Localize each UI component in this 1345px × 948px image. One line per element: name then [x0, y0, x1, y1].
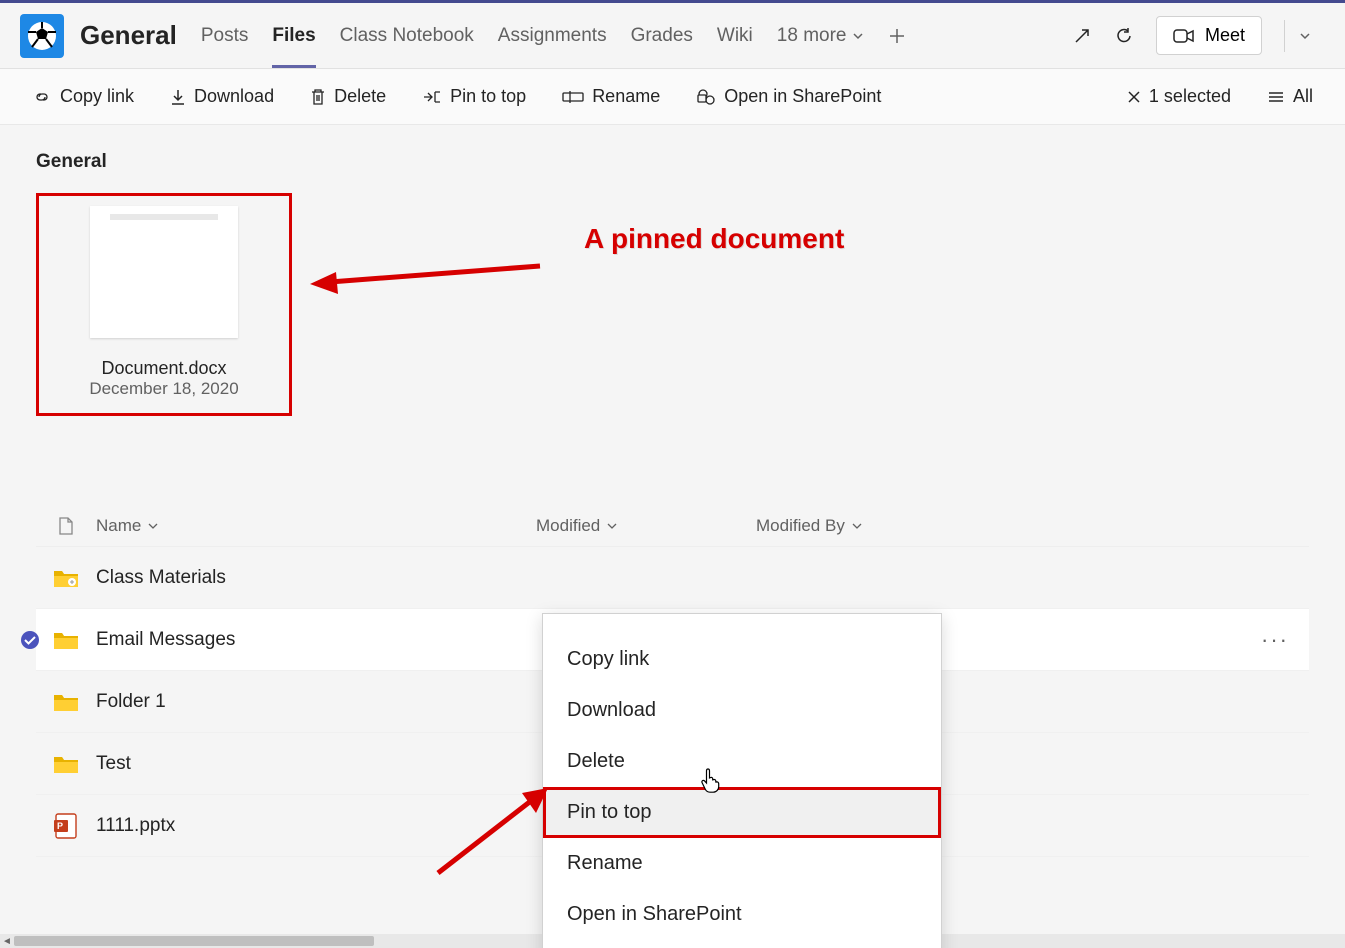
app-root: General Posts Files Class Notebook Assig…: [0, 0, 1345, 948]
close-icon: [1127, 90, 1141, 104]
column-modified-label: Modified: [536, 516, 600, 536]
rename-icon: [562, 90, 584, 104]
team-avatar[interactable]: [20, 14, 64, 58]
scroll-left-arrow-icon[interactable]: ◄: [0, 934, 14, 948]
folder-link-icon: [52, 567, 80, 589]
download-icon: [170, 88, 186, 106]
file-name: Folder 1: [96, 691, 166, 713]
channel-tabs: Posts Files Class Notebook Assignments G…: [201, 7, 1072, 65]
chevron-down-icon: [147, 520, 159, 532]
tab-posts[interactable]: Posts: [201, 7, 249, 65]
tab-more[interactable]: 18 more: [777, 7, 865, 65]
tab-class-notebook[interactable]: Class Notebook: [340, 7, 474, 65]
ctx-pin-to-top[interactable]: Pin to top: [543, 787, 941, 838]
row-checkmark[interactable]: [20, 630, 40, 650]
file-name: 1111.pptx: [96, 815, 175, 837]
folder-icon: [52, 629, 80, 651]
toolbar-delete-label: Delete: [334, 86, 386, 107]
refresh-button[interactable]: [1114, 26, 1134, 46]
column-modified-by[interactable]: Modified By: [756, 516, 976, 536]
column-type-icon: [36, 516, 96, 536]
svg-text:P: P: [57, 821, 63, 831]
meet-button[interactable]: Meet: [1156, 16, 1262, 55]
tab-wiki[interactable]: Wiki: [717, 7, 753, 65]
column-name[interactable]: Name: [96, 516, 536, 536]
meet-dropdown[interactable]: [1284, 20, 1325, 52]
sharepoint-icon: [696, 88, 716, 106]
toolbar-copy-link[interactable]: Copy link: [32, 86, 134, 107]
plus-icon: [888, 27, 906, 45]
chevron-down-icon: [852, 30, 864, 42]
tab-assignments[interactable]: Assignments: [498, 7, 607, 65]
toolbar-selected-count: 1 selected: [1149, 86, 1231, 107]
ctx-open-sharepoint[interactable]: Open in SharePoint: [543, 889, 941, 940]
channel-title: General: [80, 20, 177, 51]
meet-label: Meet: [1205, 25, 1245, 46]
file-list-header: Name Modified Modified By: [36, 506, 1309, 547]
toolbar-open-sharepoint[interactable]: Open in SharePoint: [696, 86, 881, 107]
tab-grades[interactable]: Grades: [631, 7, 693, 65]
toolbar-download-label: Download: [194, 86, 274, 107]
toolbar-rename-label: Rename: [592, 86, 660, 107]
header-actions: Meet: [1072, 16, 1325, 55]
toolbar-delete[interactable]: Delete: [310, 86, 386, 107]
toolbar-view-all[interactable]: All: [1267, 86, 1313, 107]
soccer-ball-icon: [26, 20, 58, 52]
check-circle-icon: [20, 630, 40, 650]
toolbar-copy-link-label: Copy link: [60, 86, 134, 107]
pin-icon: [422, 89, 442, 105]
chevron-down-icon: [1299, 30, 1311, 42]
toolbar-rename[interactable]: Rename: [562, 86, 660, 107]
document-thumbnail: [90, 206, 238, 338]
pinned-document-card[interactable]: Document.docx December 18, 2020: [36, 193, 292, 416]
tab-files[interactable]: Files: [272, 7, 315, 65]
folder-icon: [52, 753, 80, 775]
context-menu: Copy link Download Delete Pin to top Ren…: [542, 613, 942, 948]
annotation-pinned-label: A pinned document: [584, 223, 844, 255]
pinned-doc-date: December 18, 2020: [47, 379, 281, 399]
trash-icon: [310, 88, 326, 106]
breadcrumb[interactable]: General: [36, 151, 1309, 173]
pop-out-button[interactable]: [1072, 26, 1092, 46]
row-more-button[interactable]: ···: [1261, 627, 1289, 653]
toolbar-pin-label: Pin to top: [450, 86, 526, 107]
file-name: Test: [96, 753, 131, 775]
annotation-arrow-1: [300, 256, 550, 296]
list-icon: [1267, 90, 1285, 104]
tab-more-label: 18 more: [777, 25, 847, 47]
column-modified[interactable]: Modified: [536, 516, 756, 536]
column-name-label: Name: [96, 516, 141, 536]
cursor-pointer-icon: [700, 767, 722, 793]
ctx-delete[interactable]: Delete: [543, 736, 941, 787]
file-name: Email Messages: [96, 629, 235, 651]
file-toolbar: Copy link Download Delete Pin to top Ren…: [0, 69, 1345, 125]
refresh-icon: [1114, 26, 1134, 46]
pinned-doc-name: Document.docx: [47, 358, 281, 379]
toolbar-view-all-label: All: [1293, 86, 1313, 107]
add-tab-button[interactable]: [888, 27, 906, 45]
link-icon: [32, 89, 52, 105]
chevron-down-icon: [606, 520, 618, 532]
toolbar-pin[interactable]: Pin to top: [422, 86, 526, 107]
pop-out-icon: [1072, 26, 1092, 46]
powerpoint-icon: P: [54, 812, 78, 840]
ctx-copy-link[interactable]: Copy link: [543, 634, 941, 685]
folder-icon: [52, 691, 80, 713]
ctx-download[interactable]: Download: [543, 685, 941, 736]
video-camera-icon: [1173, 28, 1195, 44]
column-modified-by-label: Modified By: [756, 516, 845, 536]
toolbar-download[interactable]: Download: [170, 86, 274, 107]
file-icon: [58, 516, 74, 536]
toolbar-open-sharepoint-label: Open in SharePoint: [724, 86, 881, 107]
toolbar-clear-selection[interactable]: 1 selected: [1127, 86, 1231, 107]
ctx-rename[interactable]: Rename: [543, 838, 941, 889]
file-name: Class Materials: [96, 567, 226, 589]
chevron-down-icon: [851, 520, 863, 532]
file-row[interactable]: Class Materials: [36, 547, 1309, 609]
annotation-arrow-2: [418, 783, 558, 883]
channel-header: General Posts Files Class Notebook Assig…: [0, 3, 1345, 69]
